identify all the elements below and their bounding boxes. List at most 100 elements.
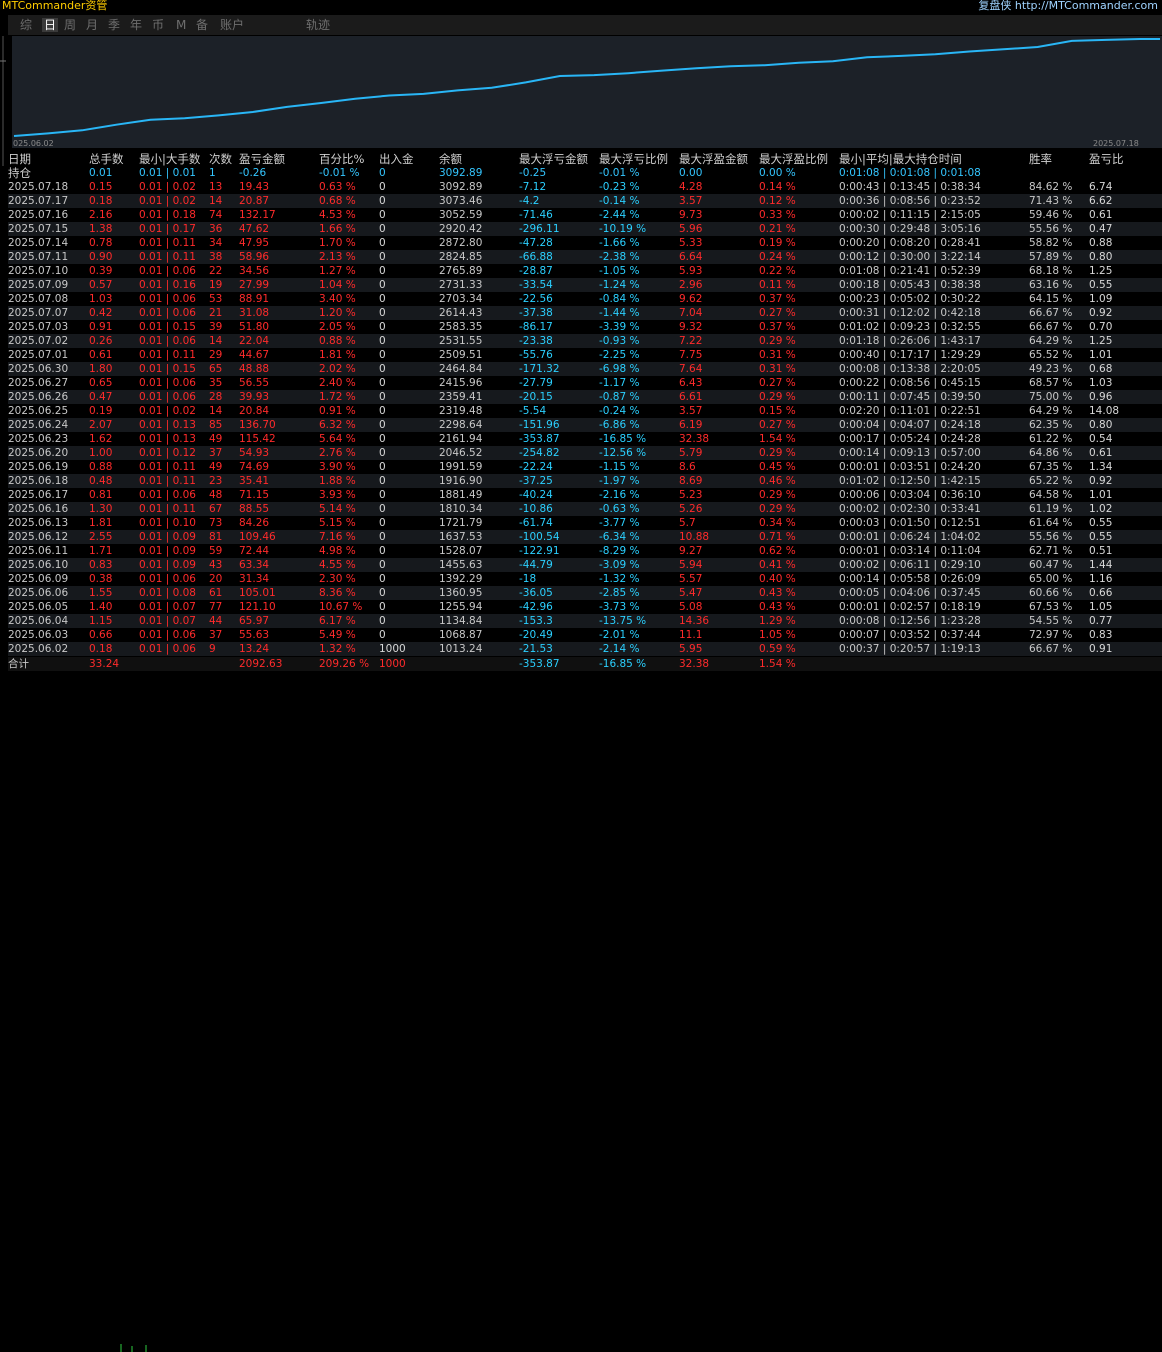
cell-min-max-lots: 0.01 | 0.06 [139,573,196,585]
cell-pl-ratio: 1.44 [1089,559,1113,571]
cell-percent: -0.01 % [319,167,360,179]
cell-max-float-profit-pct: 0.29 % [759,447,796,459]
cell-max-float-profit-pct: 0.24 % [759,251,796,263]
tab-5[interactable]: 年 [130,18,142,32]
cell-total-lots: 0.18 [89,643,113,655]
table-row: 2025.07.15 1.38 0.01 | 0.17 36 47.62 1.66 % 0 2… [8,222,1162,236]
tab-7[interactable]: M [176,18,186,32]
cell-pnl: 72.44 [239,545,270,557]
cell-balance: 2765.89 [439,265,483,277]
table-row: 2025.06.06 1.55 0.01 | 0.08 61 105.01 8.36 % 0… [8,586,1162,600]
cell-deposit: 出入金 [379,152,414,166]
cell-max-float-loss: -22.24 [519,461,553,473]
tab-3[interactable]: 月 [86,18,98,32]
cell-count: 85 [209,419,223,431]
cell-max-float-loss-pct: -13.75 % [599,615,647,627]
cell-max-float-loss: -20.49 [519,629,553,641]
cell-pl-ratio: 1.25 [1089,265,1113,277]
cell-total-lots: 1.80 [89,363,113,375]
cell-pl-ratio: 1.34 [1089,461,1113,473]
tab-8[interactable]: 备 [196,18,208,32]
cell-max-float-loss: -151.96 [519,419,560,431]
tab-6[interactable]: 币 [152,18,164,32]
cell-deposit: 0 [379,447,386,459]
cell-count: 20 [209,573,223,585]
cell-deposit: 0 [379,251,386,263]
cell-pl-ratio: 0.66 [1089,587,1113,599]
cell-max-float-profit-pct: 0.71 % [759,531,796,543]
cell-min-max-lots: 0.01 | 0.06 [139,391,196,403]
cell-total-lots: 0.61 [89,349,113,361]
cell-max-float-profit-pct: 0.33 % [759,209,796,221]
cell-percent: 2.76 % [319,447,356,459]
tab-4[interactable]: 季 [108,18,120,32]
cell-min-max-lots: 0.01 | 0.06 [139,265,196,277]
cell-max-float-loss: -21.53 [519,643,553,655]
table-row: 2025.06.03 0.66 0.01 | 0.06 37 55.63 5.49 % 0 1… [8,628,1162,642]
cell-pnl: 13.24 [239,643,270,655]
cell-date: 2025.06.17 [8,489,69,501]
cell-total-lots: 1.55 [89,587,113,599]
cell-count: 48 [209,489,223,501]
cell-pnl: 88.55 [239,503,270,515]
cell-hold-time: 0:00:05 | 0:04:06 | 0:37:45 [839,587,981,599]
cell-hold-time: 0:00:02 | 0:11:15 | 2:15:05 [839,209,981,221]
cell-deposit: 0 [379,531,386,543]
cell-pnl: 63.34 [239,559,270,571]
cell-min-max-lots: 最小|大手数 [139,152,201,166]
cell-deposit: 0 [379,321,386,333]
cell-max-float-loss: -66.88 [519,251,553,263]
tab-0[interactable]: 综 [20,18,32,32]
total-date: 合计 [8,658,29,670]
tab-1[interactable]: 日 [42,18,59,32]
table-row: 2025.06.20 1.00 0.01 | 0.12 37 54.93 2.76 % 0 2… [8,446,1162,460]
cell-pl-ratio: 14.08 [1089,405,1120,417]
cell-max-float-profit: 6.43 [679,377,703,389]
cell-total-lots: 总手数 [89,152,124,166]
cell-max-float-profit-pct: 0.29 % [759,391,796,403]
cell-count: 43 [209,559,223,571]
cell-win-rate: 71.43 % [1029,195,1073,207]
replay-link[interactable]: 复盘侠 http://MTCommander.com [978,0,1158,12]
cell-deposit: 0 [379,433,386,445]
cell-max-float-loss: -153.3 [519,615,553,627]
cell-max-float-profit: 5.94 [679,559,703,571]
cell-min-max-lots: 0.01 | 0.15 [139,363,196,375]
cell-percent: 1.20 % [319,307,356,319]
cell-max-float-loss-pct: -2.38 % [599,251,640,263]
left-scroll-gutter[interactable] [0,36,6,166]
cell-min-max-lots: 0.01 | 0.09 [139,545,196,557]
cell-pl-ratio: 0.91 [1089,643,1113,655]
cell-max-float-loss-pct: -16.85 % [599,433,647,445]
cell-max-float-loss: -86.17 [519,321,553,333]
cell-pl-ratio: 0.61 [1089,447,1113,459]
cell-balance: 1134.84 [439,615,483,627]
cell-hold-time: 0:00:08 | 0:12:56 | 1:23:28 [839,615,981,627]
cell-max-float-profit-pct: 0.62 % [759,545,796,557]
cell-total-lots: 1.40 [89,601,113,613]
cell-balance: 1991.59 [439,461,483,473]
cell-total-lots: 0.91 [89,321,113,333]
cell-max-float-profit-pct: 1.05 % [759,629,796,641]
cell-max-float-loss: -20.15 [519,391,553,403]
cell-max-float-profit: 9.32 [679,321,703,333]
tab-9[interactable]: 账户 [220,18,244,32]
cell-max-float-profit-pct: 0.27 % [759,307,796,319]
table-row: 2025.07.10 0.39 0.01 | 0.06 22 34.56 1.27 % 0 2… [8,264,1162,278]
cell-min-max-lots: 0.01 | 0.09 [139,559,196,571]
cell-max-float-profit-pct: 0.11 % [759,279,796,291]
cell-pnl: 51.80 [239,321,270,333]
cell-max-float-profit-pct: 0.21 % [759,223,796,235]
cell-date: 2025.06.12 [8,531,69,543]
cell-win-rate: 59.46 % [1029,209,1073,221]
tab-2[interactable]: 周 [64,18,76,32]
cell-count: 49 [209,461,223,473]
cell-date: 2025.06.26 [8,391,69,403]
cell-max-float-profit-pct: 0.27 % [759,419,796,431]
cell-deposit: 0 [379,391,386,403]
cell-balance: 3092.89 [439,181,483,193]
cell-min-max-lots: 0.01 | 0.11 [139,503,196,515]
tab-10[interactable]: 轨迹 [306,18,330,32]
cell-win-rate: 72.97 % [1029,629,1073,641]
cell-max-float-loss: -55.76 [519,349,553,361]
